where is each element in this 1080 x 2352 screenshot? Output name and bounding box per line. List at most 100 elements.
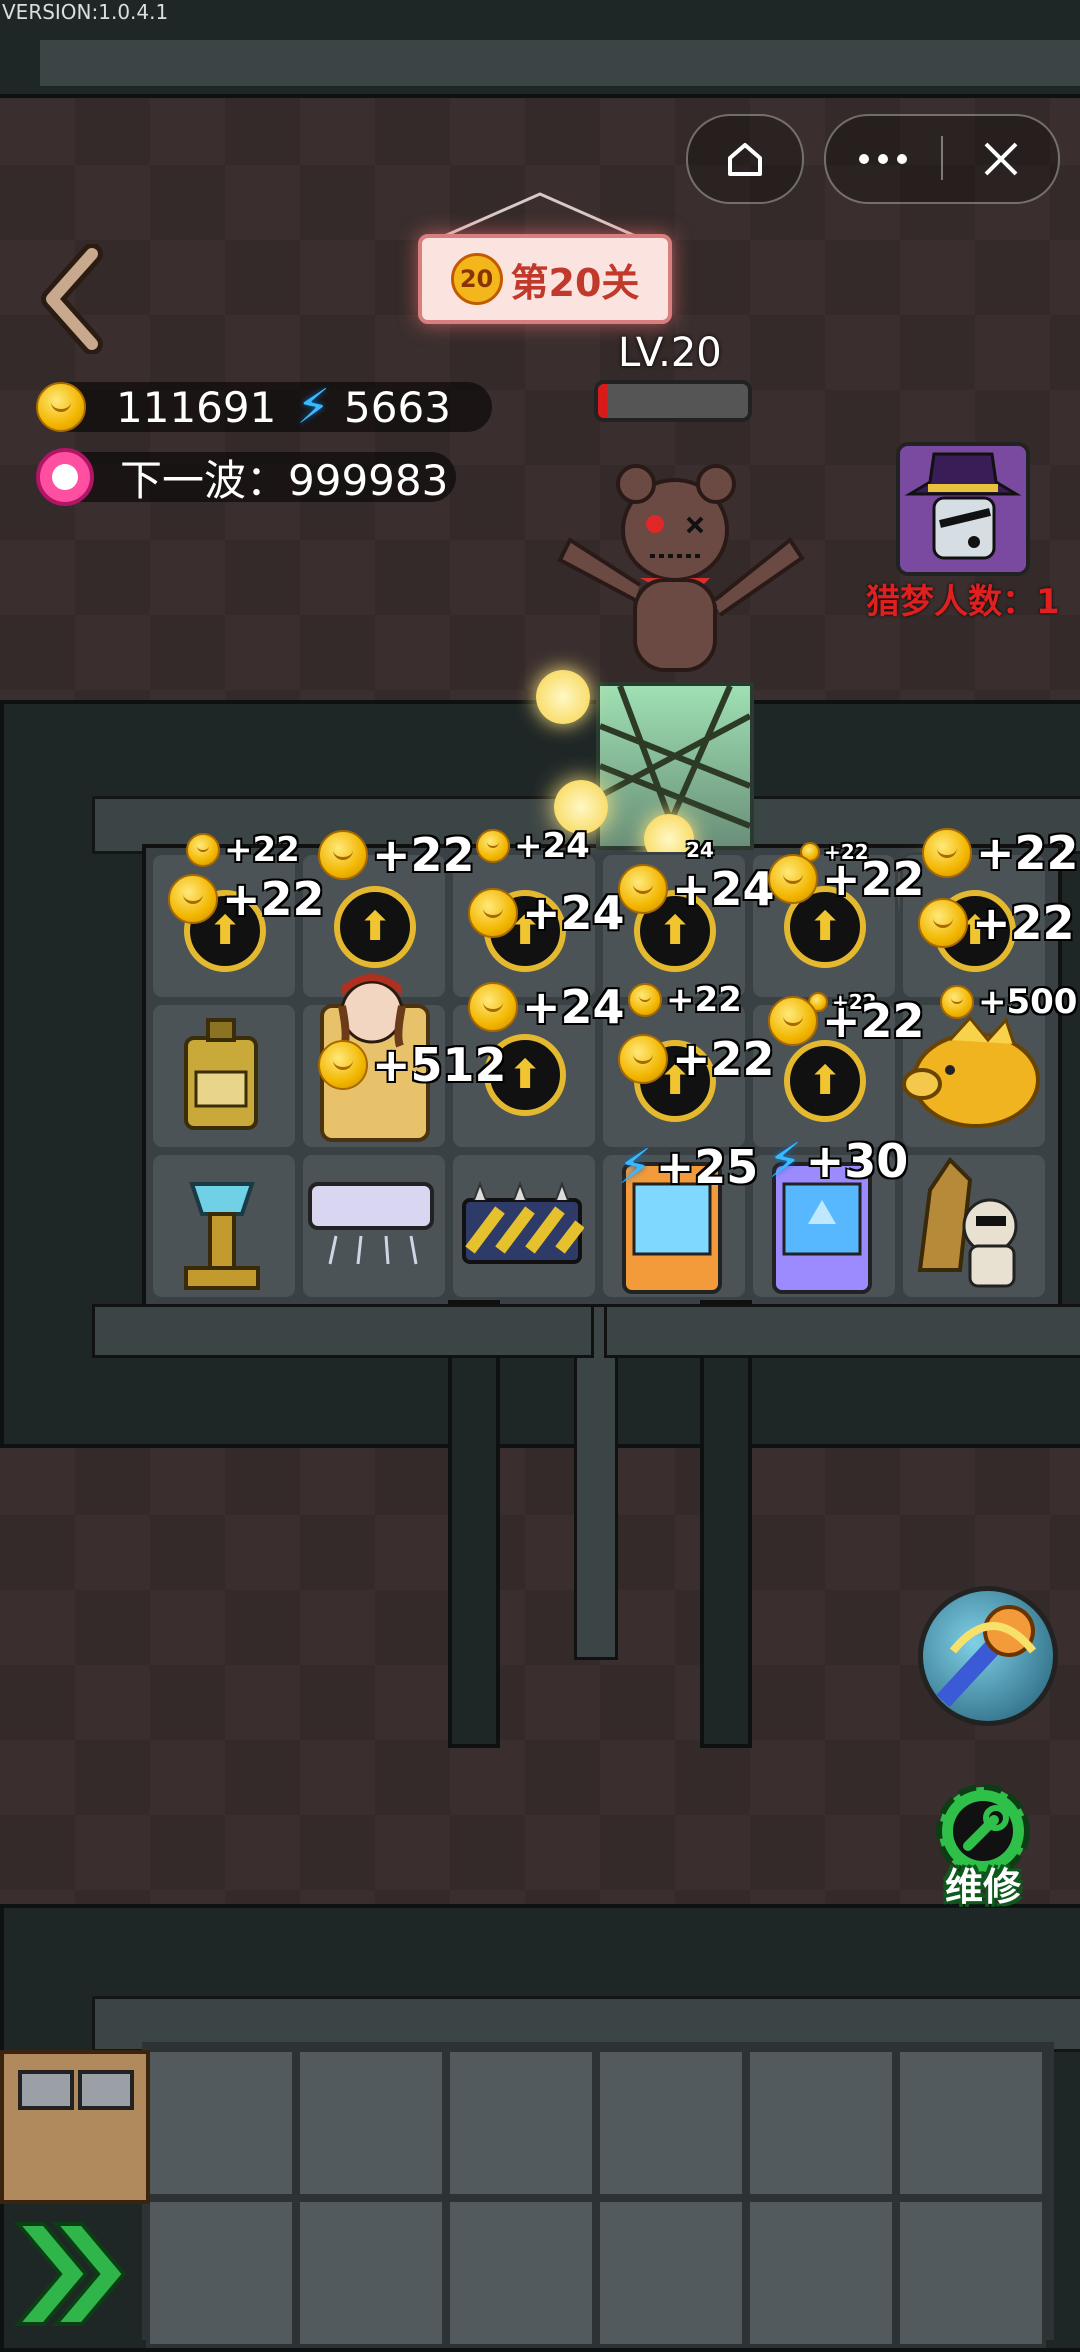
income-value: +22: [976, 826, 1079, 880]
room-door[interactable]: [0, 2050, 150, 2204]
coin-icon: [468, 982, 518, 1032]
income-label: +24: [618, 862, 775, 916]
repair-label: 维修: [944, 1865, 1021, 1909]
hunter-portrait[interactable]: [896, 442, 1030, 576]
corridor-right-wall: [700, 1300, 752, 1748]
income-label: +24: [468, 980, 625, 1034]
coin-icon: [940, 985, 974, 1019]
energy-count: 5663: [344, 382, 451, 432]
income-label: +22: [628, 980, 742, 1020]
alarm-clock-icon: [36, 448, 94, 506]
crystal-pedestal-item[interactable]: [172, 1164, 272, 1294]
energy-icon: ⚡: [618, 1139, 652, 1195]
income-value: 24: [686, 838, 714, 862]
close-icon[interactable]: [944, 116, 1058, 202]
empty-cell[interactable]: [746, 2048, 896, 2198]
income-value: +22: [224, 830, 300, 870]
energy-value: +30: [805, 1134, 909, 1188]
back-arrow-icon[interactable]: [36, 243, 106, 355]
level-badge: 20: [450, 253, 503, 305]
coin-icon: [318, 1040, 368, 1090]
capsule-divider: [941, 136, 943, 180]
income-label: +22: [318, 828, 475, 882]
empty-cell[interactable]: [146, 2048, 296, 2198]
next-arrow-icon[interactable]: [10, 2216, 130, 2332]
corridor-ledge-right: [604, 1304, 1080, 1358]
income-label: +500: [940, 982, 1077, 1022]
income-value: +512: [372, 1038, 507, 1092]
air-conditioner-item[interactable]: [306, 1180, 436, 1270]
next-wave-label: 下一波：999983: [120, 455, 449, 505]
enemy-hp-bar: [594, 380, 752, 422]
coin-icon: [618, 864, 668, 914]
spike-trap-item[interactable]: [460, 1180, 585, 1270]
energy-income-label: ⚡ +25: [618, 1140, 758, 1194]
next-wave-bar: 下一波：999983: [36, 448, 456, 506]
lucky-cat-statue-item[interactable]: [910, 1150, 1040, 1296]
coin-icon: [922, 828, 972, 878]
income-value: +22: [666, 980, 742, 1020]
income-value: +24: [522, 980, 625, 1034]
glow-orb: [536, 670, 590, 724]
level-title: 第20关: [510, 260, 640, 305]
hammer-skill-icon[interactable]: [918, 1586, 1058, 1726]
empty-cell[interactable]: [596, 2048, 746, 2198]
coin-icon: [318, 830, 368, 880]
repair-button[interactable]: 维修: [918, 1776, 1048, 1909]
door-window: [18, 2070, 74, 2110]
empty-cell[interactable]: [146, 2198, 296, 2348]
coin-icon: [476, 829, 510, 863]
door-window: [78, 2070, 134, 2110]
coin-icon: [168, 874, 218, 924]
income-value: +22: [372, 828, 475, 882]
coin-bar: 111691 ⚡ 5663: [36, 382, 492, 432]
income-label: +22: [768, 994, 925, 1048]
home-capsule[interactable]: [686, 114, 804, 204]
coin-icon: [468, 888, 518, 938]
income-label: +24: [476, 826, 590, 866]
income-value: +500: [978, 982, 1078, 1022]
income-label: +24: [468, 886, 625, 940]
coin-icon: [768, 996, 818, 1046]
income-label: 24: [686, 838, 714, 862]
income-value: +24: [672, 862, 775, 916]
corridor-ledge-left: [92, 1304, 594, 1358]
income-value: +22: [222, 872, 325, 926]
home-icon[interactable]: [688, 116, 802, 202]
upgrade-arrow-icon[interactable]: ⬆: [334, 886, 416, 968]
income-value: +22: [972, 896, 1075, 950]
energy-icon: ⚡: [768, 1133, 802, 1189]
empty-cell[interactable]: [296, 2198, 446, 2348]
empty-cell[interactable]: [746, 2198, 896, 2348]
teddy-bear-enemy[interactable]: [540, 440, 810, 680]
energy-icon: ⚡: [296, 379, 331, 435]
income-value: +24: [514, 826, 590, 866]
enemy-level: LV.20: [618, 330, 722, 376]
empty-cell[interactable]: [896, 2198, 1046, 2348]
menu-capsule: [824, 114, 1060, 204]
empty-cell[interactable]: [596, 2198, 746, 2348]
income-value: +24: [522, 886, 625, 940]
more-icon[interactable]: [826, 116, 940, 202]
corridor-left-wall: [448, 1300, 500, 1748]
fuel-can-item[interactable]: [180, 1014, 262, 1132]
empty-cell[interactable]: [446, 2048, 596, 2198]
income-label: +22: [918, 896, 1075, 950]
income-label: +22: [768, 852, 925, 906]
hunter-count-label: 猎梦人数：1: [866, 582, 1060, 622]
income-value: +22: [822, 994, 925, 1048]
empty-cell[interactable]: [446, 2198, 596, 2348]
coin-icon: [618, 1034, 668, 1084]
empty-cell[interactable]: [296, 2048, 446, 2198]
empty-cell[interactable]: [896, 2048, 1046, 2198]
enemy-hp-fill: [598, 384, 607, 418]
income-label: +22: [618, 1032, 775, 1086]
income-value: +22: [822, 852, 925, 906]
coin-icon: [918, 898, 968, 948]
level-banner: 20 第20关: [418, 234, 672, 324]
income-label: +22: [186, 830, 300, 870]
upgrade-arrow-icon[interactable]: ⬆: [784, 1040, 866, 1122]
energy-value: +25: [655, 1140, 759, 1194]
coin-icon: [186, 833, 220, 867]
income-value: +22: [672, 1032, 775, 1086]
